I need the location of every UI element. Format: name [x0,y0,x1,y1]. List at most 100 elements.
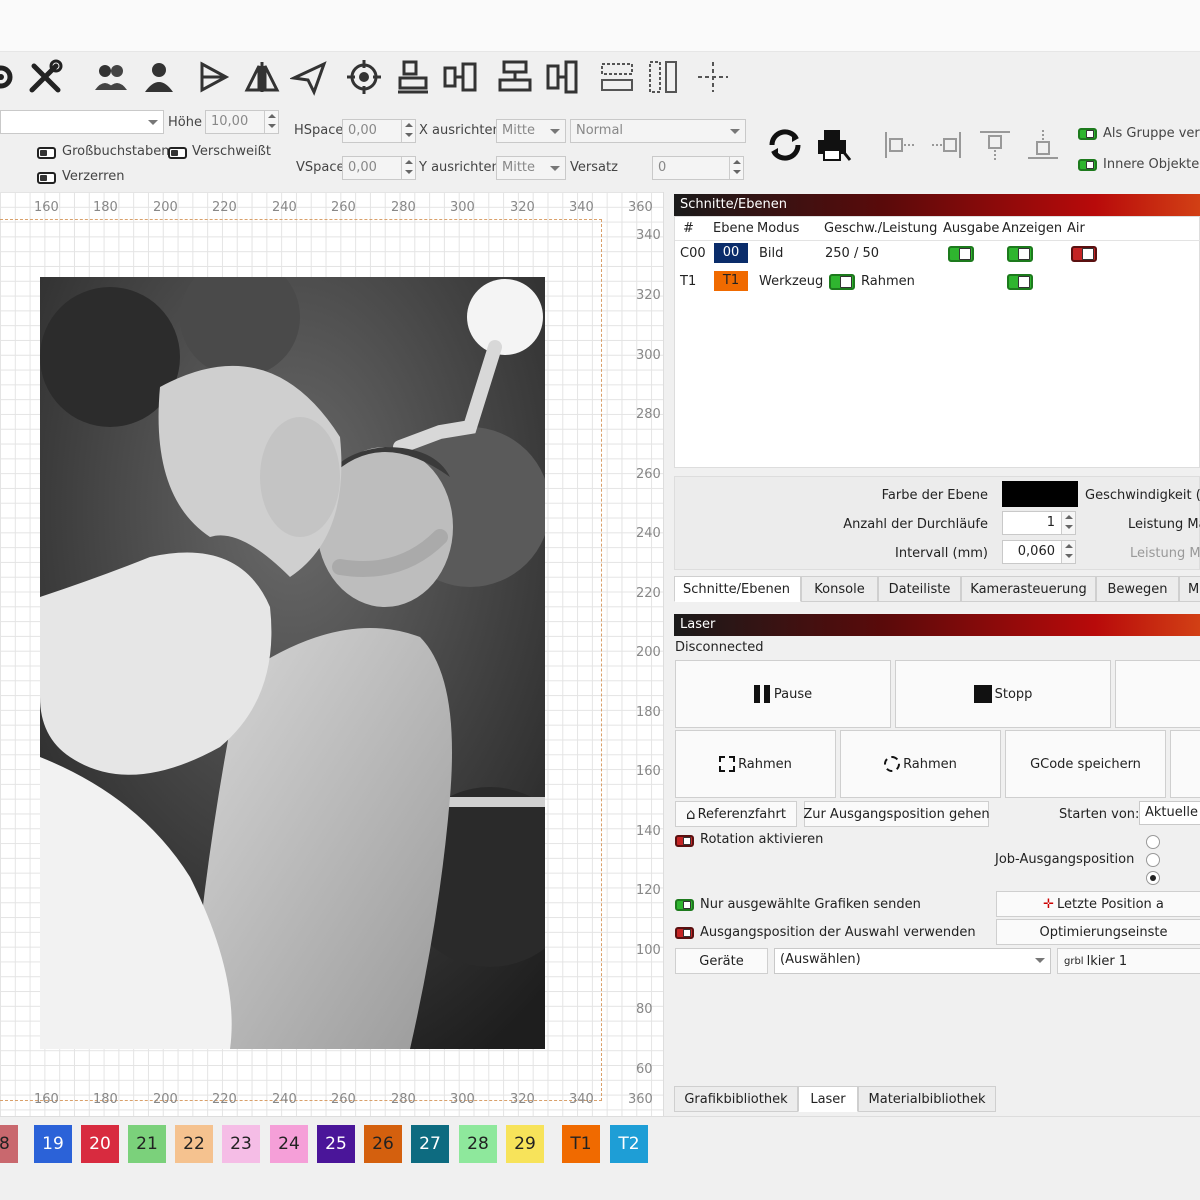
air-toggle[interactable] [1071,246,1097,262]
ruler-top: 160 180 200 220 240 260 280 300 320 340 … [0,200,664,220]
interval-input[interactable]: 0,060 [1002,540,1076,564]
passes-input[interactable]: 1 [1002,511,1076,535]
layer-color-chip[interactable]: T1 [714,271,748,291]
ruler-tick: 320 [636,288,661,303]
printer-icon[interactable] [814,126,852,164]
user-icon[interactable] [140,58,178,96]
start-from-select[interactable]: Aktuelle P [1139,801,1200,825]
height-input[interactable]: 10,00 [205,110,279,134]
tab-move[interactable]: Bewegen [1096,576,1179,602]
table-row[interactable]: C00 00 Bild 250 / 50 [675,242,1200,268]
devices-button[interactable]: Geräte [675,948,768,974]
tab-file-list[interactable]: Dateiliste [878,576,961,602]
origin-radio-top[interactable] [1146,835,1160,849]
ruler-tick: 220 [636,586,661,601]
optimization-button[interactable]: Optimierungseinste [996,919,1200,945]
vspace-input[interactable]: 0,00 [342,156,416,180]
dist-space-v-icon[interactable] [644,58,682,96]
palette-swatch-24[interactable]: 24 [270,1125,308,1163]
tab-more[interactable]: M [1179,576,1200,602]
palette-swatch-28[interactable]: 28 [459,1125,497,1163]
palette-swatch-23[interactable]: 23 [222,1125,260,1163]
palette-swatch-t1[interactable]: T1 [562,1125,600,1163]
offset-input[interactable]: 0 [652,156,744,180]
dist-space-h-icon[interactable] [598,58,636,96]
palette-swatch-27[interactable]: 27 [411,1125,449,1163]
extra-button[interactable] [1170,730,1200,798]
align-right-obj-icon[interactable] [928,126,966,164]
palette-swatch-22[interactable]: 22 [175,1125,213,1163]
plane-icon[interactable] [288,58,328,96]
row-mode: Bild [759,246,784,261]
distort-toggle[interactable] [37,172,56,184]
last-position-button[interactable]: ✛ Letzte Position a [996,891,1200,917]
frame-circle-button[interactable]: Rahmen [840,730,1001,798]
selection-origin-toggle[interactable] [675,927,694,939]
table-row[interactable]: T1 T1 Werkzeug Rahmen [675,270,1200,296]
tools-icon[interactable] [26,58,64,96]
bold-toggle[interactable] [37,147,56,159]
layer-color-chip[interactable]: 00 [714,243,748,263]
ruler-tick: 260 [331,200,356,215]
y-align-select[interactable]: Mitte [496,156,566,180]
frame-button[interactable]: Rahmen [675,730,836,798]
target-icon[interactable] [345,58,383,96]
tab-graphics-library[interactable]: Grafikbibliothek [674,1086,798,1112]
start-button[interactable] [1115,660,1200,728]
distribute-v-icon[interactable] [544,58,582,96]
save-gcode-button[interactable]: GCode speichern [1005,730,1166,798]
show-toggle[interactable] [1007,246,1033,262]
palette-swatch-29[interactable]: 29 [506,1125,544,1163]
send-selected-toggle[interactable] [675,899,694,911]
align-left-obj-icon[interactable] [880,126,918,164]
distribute-h-icon[interactable] [496,58,534,96]
home-button[interactable]: ⌂ Referenzfahrt [675,801,797,827]
stop-button[interactable]: Stopp [895,660,1111,728]
tab-material-library[interactable]: Materialbibliothek [858,1086,996,1112]
origin-radio-bottom[interactable] [1146,871,1160,885]
palette-swatch-19[interactable]: 19 [34,1125,72,1163]
center-cross-icon[interactable] [694,58,732,96]
frame-toggle[interactable] [829,274,855,290]
mirror-v-icon[interactable] [243,58,281,96]
device-name-button[interactable]: grbl lkier 1 [1057,948,1200,974]
align-vcenter-icon[interactable] [441,58,479,96]
palette-swatch-18[interactable]: 18 [0,1125,18,1163]
palette-swatch-t2[interactable]: T2 [610,1125,648,1163]
goto-origin-button[interactable]: Zur Ausgangsposition gehen [803,801,990,827]
align-top-obj-icon[interactable] [976,126,1014,164]
x-align-select[interactable]: Mitte [496,119,566,143]
ruler-tick: 160 [34,1092,59,1107]
tab-cuts[interactable]: Schnitte/Ebenen [674,576,801,602]
style-select[interactable]: Normal [570,119,746,143]
devices-select[interactable]: (Auswählen) [774,948,1051,974]
show-toggle[interactable] [1007,274,1033,290]
palette-swatch-20[interactable]: 20 [81,1125,119,1163]
tab-laser[interactable]: Laser [798,1086,858,1112]
align-bottom-obj-icon[interactable] [1024,126,1062,164]
refresh-icon[interactable] [766,126,804,164]
hspace-input[interactable]: 0,00 [342,119,416,143]
group-users-icon[interactable] [92,58,130,96]
tab-console[interactable]: Konsole [801,576,878,602]
palette-swatch-26[interactable]: 26 [364,1125,402,1163]
welded-toggle[interactable] [168,147,187,159]
layer-color-swatch[interactable] [1002,481,1078,507]
pause-button[interactable]: Pause [675,660,891,728]
tab-camera[interactable]: Kamerasteuerung [961,576,1096,602]
grbl-icon: grbl [1064,955,1084,967]
wedding-photo-image[interactable] [40,277,545,1049]
origin-radio-mid[interactable] [1146,853,1160,867]
frame-circle-label: Rahmen [903,756,957,772]
inner-objects-toggle[interactable] [1078,159,1097,171]
mirror-h-icon[interactable] [196,58,234,96]
gear-icon[interactable] [0,58,20,96]
as-group-toggle[interactable] [1078,128,1097,140]
output-toggle[interactable] [948,246,974,262]
align-bottom-icon[interactable] [394,58,432,96]
font-select[interactable] [0,110,164,134]
laser-panel-header: Laser [674,614,1200,636]
palette-swatch-25[interactable]: 25 [317,1125,355,1163]
palette-swatch-21[interactable]: 21 [128,1125,166,1163]
rotary-toggle[interactable] [675,835,694,847]
